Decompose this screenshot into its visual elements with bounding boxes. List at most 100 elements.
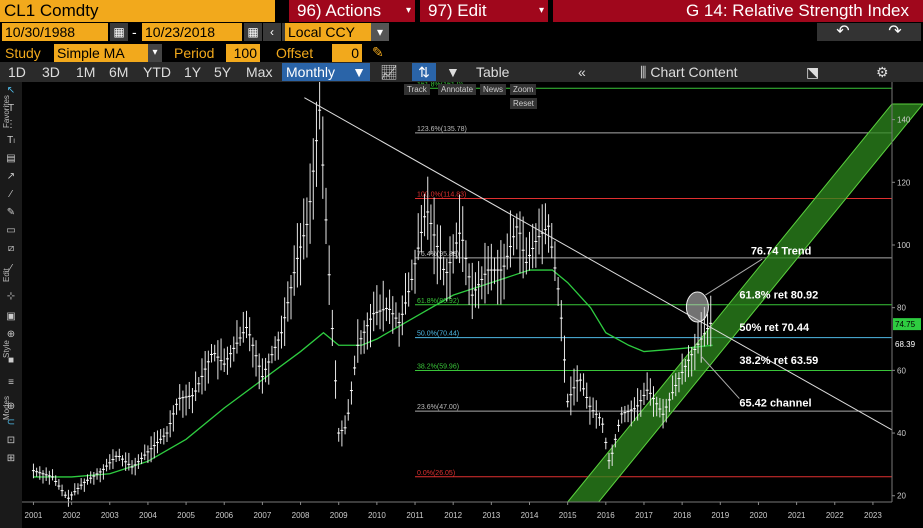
x-tick-label-9: 2010 — [368, 511, 386, 520]
x-tick-label-22: 2023 — [864, 511, 882, 520]
x-tick-label-8: 2009 — [330, 511, 348, 520]
news-tool[interactable]: News — [480, 84, 507, 95]
gear-icon[interactable]: ⚙ — [876, 63, 889, 81]
annotate-tool[interactable]: Annotate — [438, 84, 477, 95]
ma-price-tag: 74.75 — [895, 320, 916, 329]
x-tick-label-19: 2020 — [750, 511, 768, 520]
period-5y[interactable]: 5Y — [214, 63, 231, 81]
price-chart[interactable]: 161.8%(161.0)123.6%(135.78)100.0%(114.83… — [22, 82, 923, 528]
x-tick-label-7: 2008 — [292, 511, 310, 520]
fib-label-7: 23.6%(47.00) — [417, 404, 459, 411]
undo-button[interactable]: ↶ — [817, 23, 869, 41]
text-box-icon[interactable]: Tₗ — [4, 134, 18, 148]
grid-icon[interactable]: ⊞ — [4, 452, 18, 466]
last-price-tag: 68.39 — [895, 340, 916, 349]
select-tool-icon[interactable]: ⊹ — [4, 290, 18, 304]
edit-chart-icon[interactable]: ⬔ — [806, 63, 819, 81]
x-tick-label-2: 2003 — [101, 511, 119, 520]
calendar-icon[interactable]: ▦ — [244, 23, 262, 41]
study-select[interactable]: Simple MA — [54, 44, 148, 62]
trend-annotation: 76.74 Trend — [751, 245, 812, 257]
end-date-field[interactable]: 10/23/2018 — [142, 23, 242, 41]
period-input[interactable]: 100 — [226, 44, 260, 62]
pen-tool-icon[interactable]: ✎ — [4, 206, 18, 220]
channel-band — [566, 103, 923, 503]
track-tool[interactable]: Track — [404, 84, 430, 95]
ret50-annotation: 50% ret 70.44 — [739, 322, 810, 334]
x-tick-label-11: 2012 — [444, 511, 462, 520]
ticker-field[interactable]: CL1 Comdty — [0, 0, 275, 22]
arrow-tool-icon[interactable]: ↗ — [4, 170, 18, 184]
chevron-down-icon[interactable]: ▾ — [371, 23, 389, 41]
channel-tool-icon[interactable]: ⧄ — [4, 242, 18, 256]
study-label: Study — [5, 45, 41, 61]
favorites-label: Favorites — [2, 95, 11, 128]
start-date-field[interactable]: 10/30/1988 — [2, 23, 108, 41]
offset-input[interactable]: 0 — [332, 44, 362, 62]
edit-menu-button[interactable]: 97) Edit ▾ — [420, 0, 548, 22]
zoom-tool[interactable]: Zoom — [510, 84, 537, 95]
chevron-down-icon: ▼ — [352, 64, 366, 80]
reset-tool[interactable]: Reset — [510, 98, 537, 109]
y-tick-label-0: 20 — [897, 492, 906, 501]
chevron-down-icon[interactable]: ▾ — [148, 44, 162, 62]
table-button[interactable]: Table — [476, 63, 509, 81]
modes-section-label: Modes — [2, 395, 11, 420]
candlestick-icon[interactable]: ⇅ — [412, 63, 436, 81]
period-1y[interactable]: 1Y — [184, 63, 201, 81]
period-1d[interactable]: 1D — [8, 63, 26, 81]
currency-field[interactable]: Local CCY — [285, 23, 371, 41]
chart-icon: ⫼ — [640, 64, 647, 80]
period-3d[interactable]: 3D — [42, 63, 60, 81]
chart-content-button[interactable]: ⫼ Chart Content — [640, 63, 738, 81]
x-tick-label-10: 2011 — [406, 511, 424, 520]
fib-label-6: 38.2%(59.96) — [417, 363, 459, 370]
date-separator: - — [132, 24, 137, 40]
page-title: G 14: Relative Strength Index — [553, 0, 923, 22]
x-tick-label-16: 2017 — [635, 511, 653, 520]
redo-icon: ↷ — [888, 23, 902, 40]
target-circle — [685, 291, 709, 323]
edit-label: 97) Edit — [428, 1, 487, 20]
undo-icon: ↶ — [836, 23, 850, 40]
y-tick-label-1: 40 — [897, 429, 906, 438]
chevron-down-icon[interactable]: ▼ — [446, 63, 460, 81]
period-6m[interactable]: 6M — [109, 63, 128, 81]
fib-label-5: 50.0%(70.44) — [417, 331, 459, 338]
calendar-icon[interactable]: ▦ — [110, 23, 128, 41]
y-tick-label-5: 120 — [897, 178, 911, 187]
period-ytd[interactable]: YTD — [143, 63, 171, 81]
redo-button[interactable]: ↷ — [869, 23, 921, 41]
ret382-annotation: 38.2% ret 63.59 — [739, 355, 818, 367]
x-tick-label-21: 2022 — [826, 511, 844, 520]
period-1m[interactable]: 1M — [76, 63, 95, 81]
y-tick-label-3: 80 — [897, 304, 906, 313]
x-tick-label-5: 2006 — [215, 511, 233, 520]
pencil-icon[interactable]: ✎ — [372, 44, 384, 61]
trend-line — [304, 97, 893, 431]
x-tick-label-13: 2014 — [521, 511, 539, 520]
ruler-icon[interactable]: ▭ — [4, 224, 18, 238]
line-tool-icon[interactable]: ⁄ — [4, 188, 18, 202]
moving-average-line — [33, 269, 713, 478]
channel-annotation: 65.42 channel — [739, 397, 811, 409]
ret618-annotation: 61.8% ret 80.92 — [739, 289, 818, 301]
line-chart-icon[interactable]: 📈︎ — [380, 63, 398, 81]
offset-label: Offset — [276, 45, 314, 61]
eraser-icon[interactable]: ▣ — [4, 310, 18, 324]
x-tick-label-0: 2001 — [25, 511, 43, 520]
frequency-select[interactable]: Monthly ▼ — [282, 63, 370, 81]
shape-tool-icon[interactable]: ▤ — [4, 152, 18, 166]
width-icon[interactable]: ≡ — [4, 376, 18, 390]
lock-icon[interactable]: ⊡ — [4, 434, 18, 448]
channel-callout-line — [700, 355, 740, 399]
fib-label-8: 0.0%(26.05) — [417, 470, 455, 477]
x-tick-label-12: 2013 — [482, 511, 500, 520]
chevron-left-icon[interactable]: ‹ — [263, 23, 281, 41]
actions-menu-button[interactable]: 96) Actions ▾ — [289, 0, 415, 22]
edit-section-label: Edit — [2, 268, 11, 282]
period-max[interactable]: Max — [246, 63, 272, 81]
x-tick-label-14: 2015 — [559, 511, 577, 520]
x-tick-label-3: 2004 — [139, 511, 157, 520]
collapse-icon[interactable]: « — [578, 63, 586, 81]
